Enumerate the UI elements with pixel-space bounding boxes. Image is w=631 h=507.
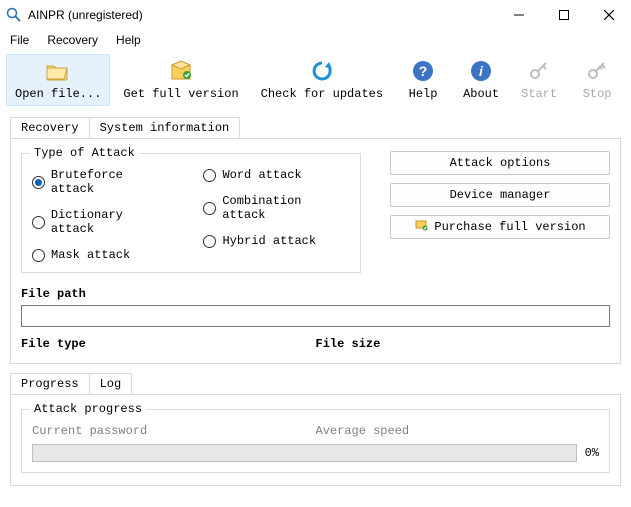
recovery-tab-panel: Type of Attack Bruteforce attack Diction… (10, 138, 621, 364)
type-of-attack-group: Type of Attack Bruteforce attack Diction… (21, 153, 361, 273)
radio-hybrid-attack[interactable]: Hybrid attack (203, 234, 350, 248)
device-manager-label: Device manager (450, 188, 551, 202)
toolbar-get-full-version-label: Get full version (123, 87, 238, 101)
window-titlebar: AINPR (unregistered) (0, 0, 631, 30)
progress-bar (32, 444, 577, 462)
toolbar-open-file-button[interactable]: Open file... (6, 54, 110, 106)
attack-options-label: Attack options (450, 156, 551, 170)
purchase-full-version-label: Purchase full version (434, 220, 585, 234)
toolbar-about-button[interactable]: i About (454, 54, 508, 106)
folder-open-icon (44, 59, 72, 83)
info-icon: i (467, 59, 495, 83)
file-path-input[interactable] (21, 305, 610, 327)
file-type-label: File type (21, 337, 316, 351)
menu-help[interactable]: Help (108, 31, 149, 49)
window-title: AINPR (unregistered) (28, 8, 143, 22)
window-maximize-button[interactable] (541, 0, 586, 30)
window-close-button[interactable] (586, 0, 631, 30)
radio-combination-label: Combination attack (222, 194, 350, 222)
menu-file[interactable]: File (2, 31, 37, 49)
progress-tab-panel: Attack progress Current password Average… (10, 394, 621, 486)
toolbar-help-label: Help (409, 87, 438, 101)
radio-combination-attack[interactable]: Combination attack (203, 194, 350, 222)
file-path-label: File path (21, 287, 610, 301)
toolbar-get-full-version-button[interactable]: Get full version (114, 54, 247, 106)
radio-dictionary-label: Dictionary attack (51, 208, 172, 236)
main-tabstrip: Recovery System information (10, 116, 621, 138)
package-icon (167, 59, 195, 83)
toolbar-check-updates-button[interactable]: Check for updates (252, 54, 392, 106)
type-of-attack-legend: Type of Attack (30, 146, 139, 160)
attack-options-button[interactable]: Attack options (390, 151, 610, 175)
toolbar-about-label: About (463, 87, 499, 101)
cart-icon (414, 218, 428, 236)
purchase-full-version-button[interactable]: Purchase full version (390, 215, 610, 239)
toolbar-stop-button[interactable]: Stop (570, 54, 624, 106)
radio-word-attack[interactable]: Word attack (203, 168, 350, 182)
svg-text:?: ? (419, 63, 428, 79)
key-stop-icon (583, 59, 611, 83)
key-start-icon (525, 59, 553, 83)
bottom-tabstrip: Progress Log (10, 372, 621, 394)
toolbar-start-label: Start (521, 87, 557, 101)
current-password-label: Current password (32, 424, 316, 438)
toolbar: Open file... Get full version Check for … (0, 50, 631, 110)
device-manager-button[interactable]: Device manager (390, 183, 610, 207)
toolbar-check-updates-label: Check for updates (261, 87, 383, 101)
toolbar-help-button[interactable]: ? Help (396, 54, 450, 106)
menu-recovery[interactable]: Recovery (39, 31, 106, 49)
radio-hybrid-label: Hybrid attack (222, 234, 316, 248)
toolbar-open-file-label: Open file... (15, 87, 101, 101)
menu-bar: File Recovery Help (0, 30, 631, 50)
app-icon (6, 7, 22, 23)
file-size-label: File size (316, 337, 611, 351)
attack-progress-legend: Attack progress (30, 402, 146, 416)
refresh-icon (308, 59, 336, 83)
tab-log[interactable]: Log (89, 373, 133, 394)
progress-percent: 0% (585, 446, 599, 460)
radio-dictionary-attack[interactable]: Dictionary attack (32, 208, 171, 236)
toolbar-stop-label: Stop (583, 87, 612, 101)
radio-mask-label: Mask attack (51, 248, 130, 262)
attack-progress-group: Attack progress Current password Average… (21, 409, 610, 473)
radio-bruteforce-label: Bruteforce attack (51, 168, 172, 196)
radio-mask-attack[interactable]: Mask attack (32, 248, 171, 262)
tab-progress[interactable]: Progress (10, 373, 90, 394)
help-icon: ? (409, 59, 437, 83)
average-speed-label: Average speed (316, 424, 600, 438)
tab-system-information[interactable]: System information (89, 117, 241, 138)
tab-recovery[interactable]: Recovery (10, 117, 90, 138)
window-minimize-button[interactable] (496, 0, 541, 30)
toolbar-start-button[interactable]: Start (512, 54, 566, 106)
radio-word-label: Word attack (222, 168, 301, 182)
radio-bruteforce-attack[interactable]: Bruteforce attack (32, 168, 171, 196)
